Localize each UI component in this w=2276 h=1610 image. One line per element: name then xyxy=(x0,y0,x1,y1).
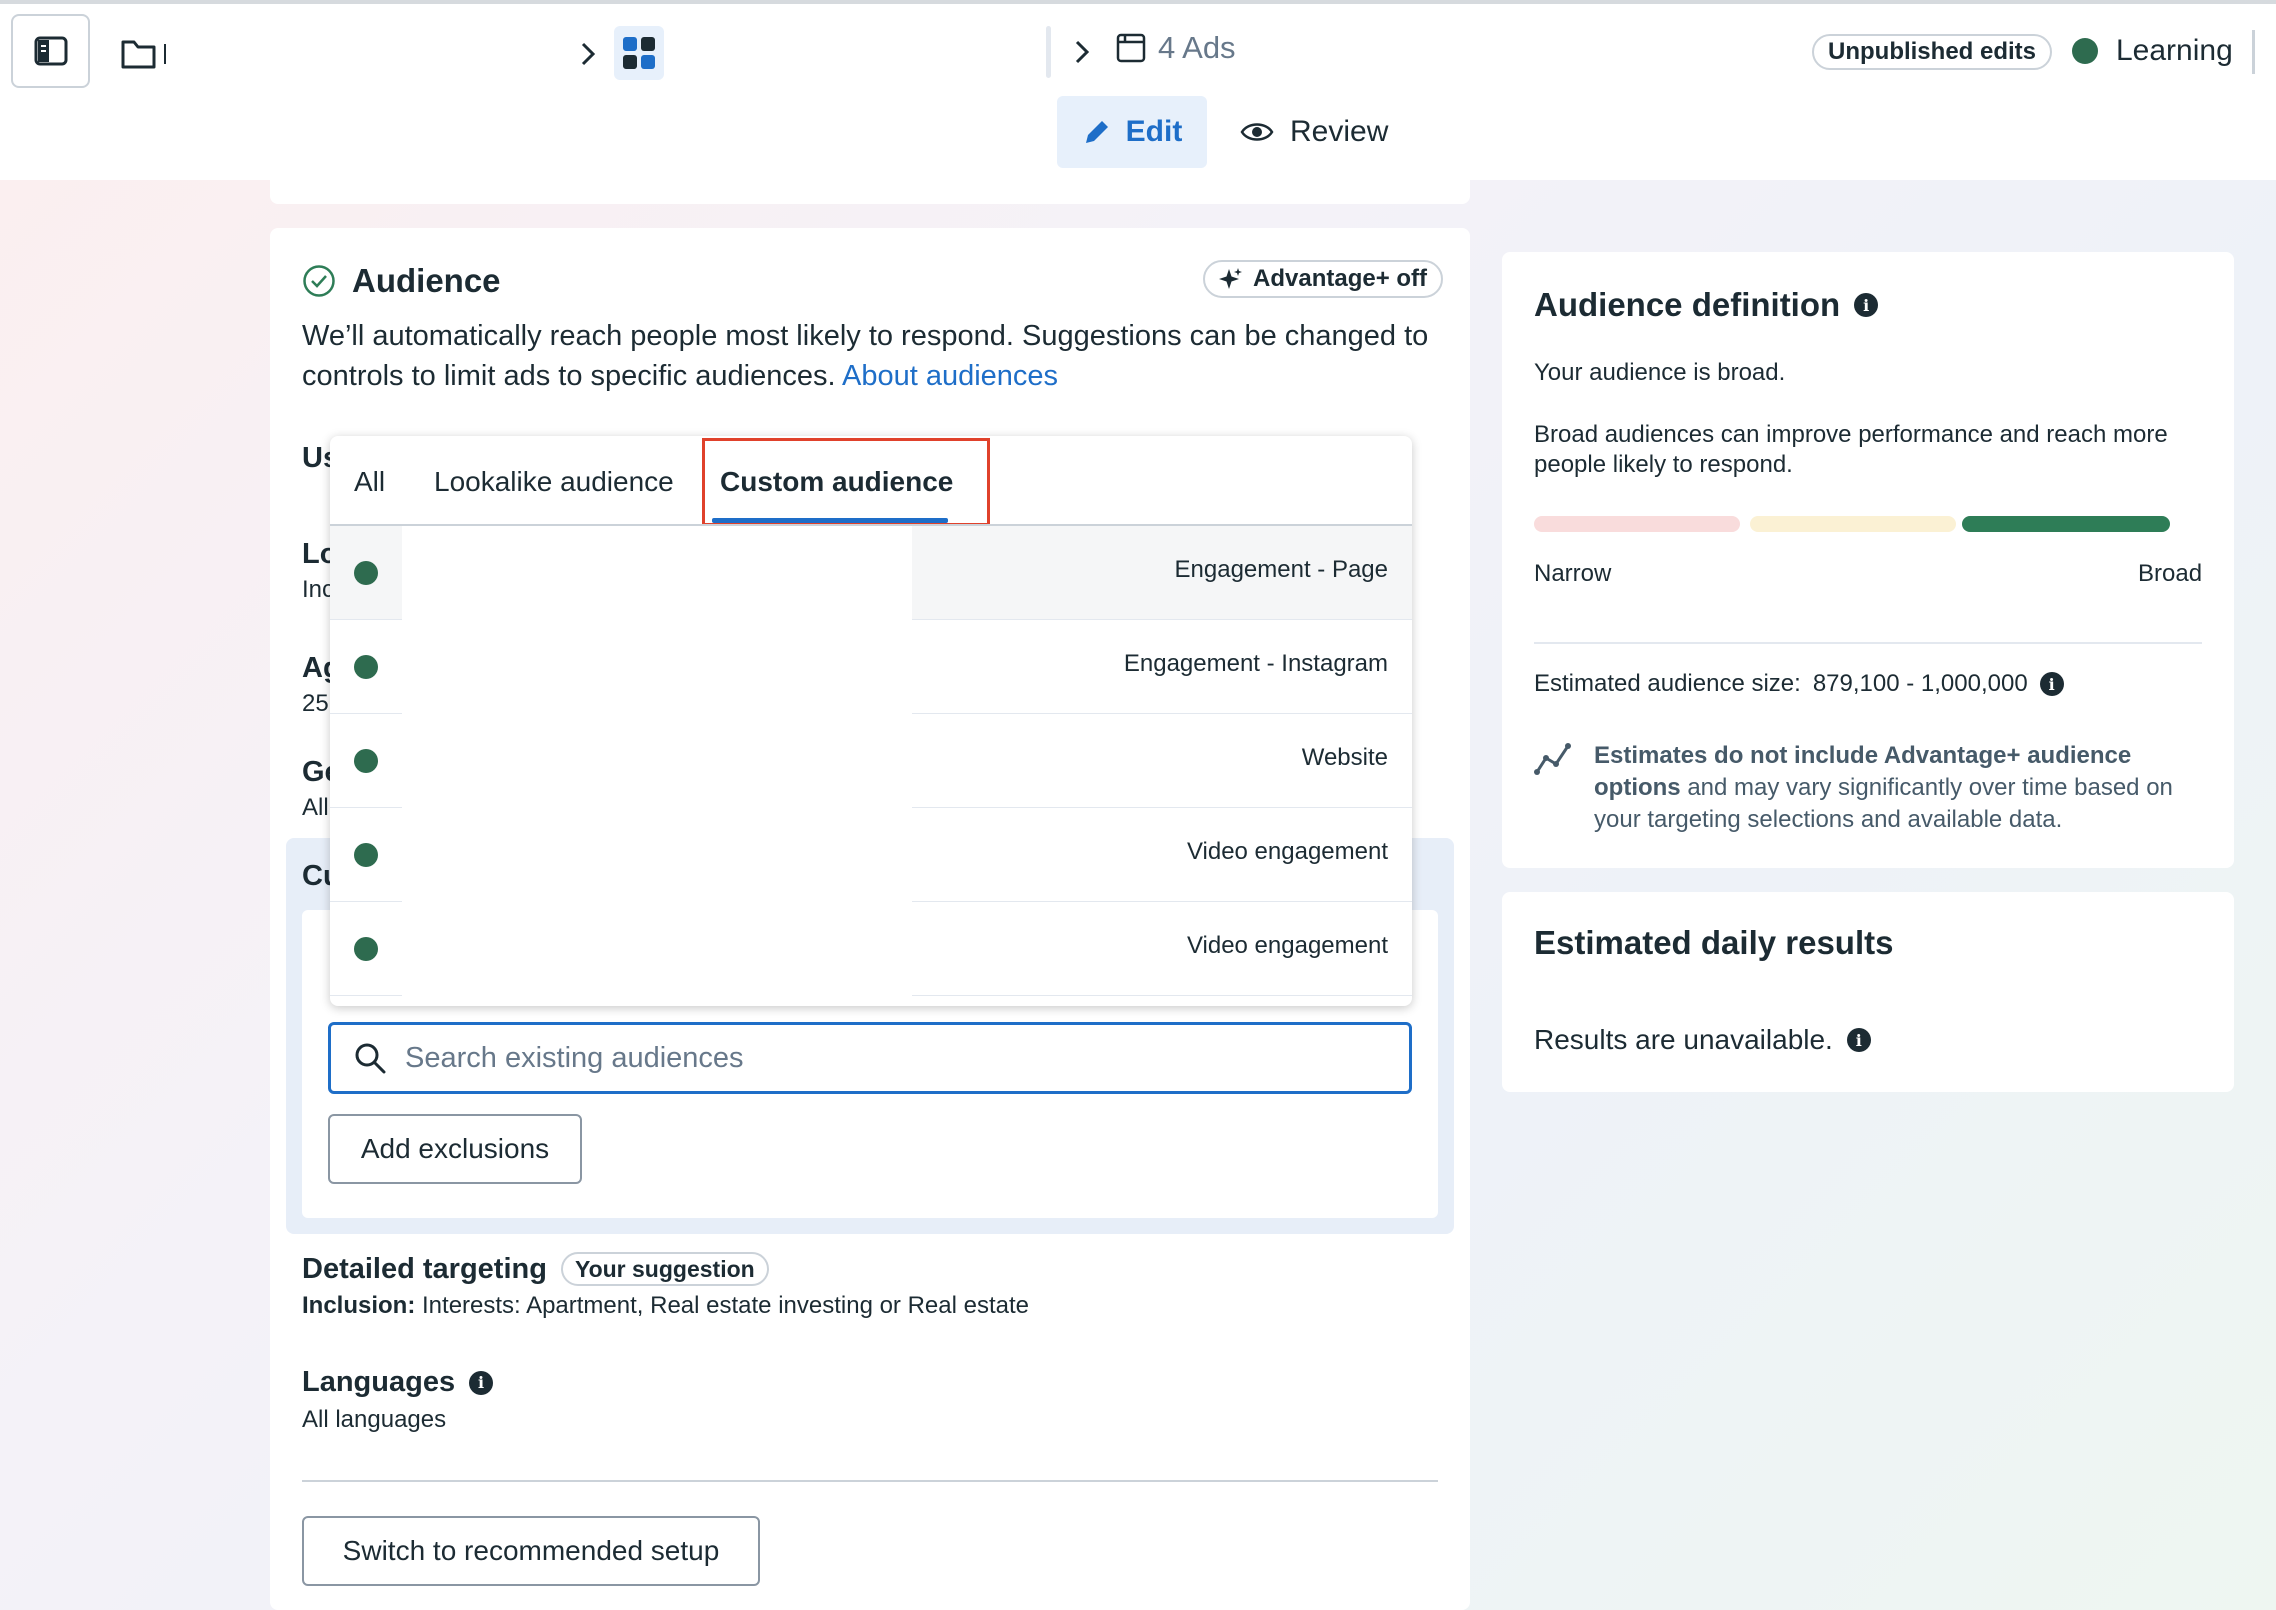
audience-broad-text: Your audience is broad. xyxy=(1534,359,1786,386)
breadcrumb-campaign[interactable] xyxy=(120,34,170,74)
sparkle-icon xyxy=(1219,268,1242,289)
advantage-plus-toggle[interactable]: Advantage+ off xyxy=(1203,260,1444,298)
audience-size-label: Estimated audience size: xyxy=(1534,670,1801,697)
redacted-audience-name xyxy=(402,620,912,714)
info-icon[interactable]: i xyxy=(2039,672,2064,696)
daily-results-title: Estimated daily results xyxy=(1534,924,1894,961)
status-dot-icon xyxy=(354,561,378,585)
switch-recommended-setup-button[interactable]: Switch to recommended setup xyxy=(302,1516,760,1586)
languages-header: Languages i xyxy=(302,1366,494,1399)
search-audiences-input[interactable] xyxy=(405,1041,1385,1075)
search-icon xyxy=(355,1043,386,1074)
meter-broad-label: Broad xyxy=(2138,560,2203,587)
audience-option-type: Video engagement xyxy=(1186,932,1388,959)
ad-icon xyxy=(1116,33,1146,63)
top-bar: 4 Ads Unpublished edits Learning Edit Re… xyxy=(0,0,2276,180)
trend-chart-icon xyxy=(1534,743,1571,775)
audience-option-type: Video engagement xyxy=(1186,838,1388,865)
gender-value: All xyxy=(302,794,329,821)
sidebar-toggle-button[interactable] xyxy=(11,14,90,88)
your-suggestion-badge: Your suggestion xyxy=(560,1252,769,1286)
estimated-daily-results-card xyxy=(1502,892,2234,1092)
status-label: Learning xyxy=(2116,34,2233,67)
status-dot-icon xyxy=(354,749,378,773)
pencil-icon xyxy=(1085,121,1108,143)
audience-broad-detail: Broad audiences can improve performance … xyxy=(1534,421,2168,478)
audience-option-type: Engagement - Instagram xyxy=(1123,650,1388,677)
info-icon[interactable]: i xyxy=(1854,293,1879,317)
top-right-divider xyxy=(2252,30,2255,74)
tab-all[interactable]: All xyxy=(354,466,385,498)
daily-results-text: Results are unavailable. xyxy=(1534,1024,1833,1055)
audience-meter-broad-segment xyxy=(1962,516,2170,532)
add-exclusions-button[interactable]: Add exclusions xyxy=(328,1114,582,1184)
sidebar-toggle-icon xyxy=(34,36,67,66)
breadcrumb-divider xyxy=(1046,26,1051,78)
unpublished-edits-badge: Unpublished edits xyxy=(1812,34,2053,70)
languages-value: All languages xyxy=(302,1406,447,1433)
breadcrumb-ads-label: 4 Ads xyxy=(1158,30,1236,65)
review-mode-button[interactable]: Review xyxy=(1240,96,1388,168)
age-value: 25 xyxy=(302,690,329,717)
audience-option[interactable]: Video engagement xyxy=(330,808,1412,902)
chevron-right-icon xyxy=(1075,40,1090,64)
status-dot-icon xyxy=(354,655,378,679)
audience-meter-narrow-segment xyxy=(1534,516,1740,532)
disclaimer-rest: and may vary significantly over time bas… xyxy=(1594,774,2173,833)
check-circle-icon xyxy=(303,265,335,297)
search-audiences-field[interactable] xyxy=(328,1022,1412,1094)
audience-header: Audience xyxy=(302,262,501,300)
detailed-targeting-inclusion: Inclusion: Interests: Apartment, Real es… xyxy=(302,1292,1029,1320)
redacted-audience-name xyxy=(402,902,912,996)
info-icon[interactable]: i xyxy=(469,1370,494,1395)
breadcrumb-ads[interactable]: 4 Ads xyxy=(1116,30,1236,66)
chevron-right-icon xyxy=(581,42,596,66)
definition-divider xyxy=(1534,642,2202,644)
highlight-annotation-box xyxy=(702,438,990,526)
audience-title: Audience xyxy=(352,262,501,299)
inclusion-label: Inclusion: xyxy=(302,1292,416,1319)
audience-option[interactable]: Video engagement xyxy=(330,902,1412,996)
detailed-targeting-title: Detailed targeting xyxy=(302,1252,547,1285)
meter-narrow-label: Narrow xyxy=(1534,560,1612,587)
delivery-status: Learning xyxy=(2072,34,2233,68)
status-dot-icon xyxy=(354,843,378,867)
section-divider xyxy=(302,1480,1438,1482)
previous-section-card xyxy=(270,180,1470,204)
advantage-plus-label: Advantage+ off xyxy=(1253,265,1428,292)
languages-title: Languages xyxy=(302,1366,456,1398)
status-dot-icon xyxy=(354,937,378,961)
audience-option[interactable]: Website xyxy=(330,714,1412,808)
info-icon[interactable]: i xyxy=(1846,1028,1871,1052)
estimated-audience-size: Estimated audience size: 879,100 - 1,000… xyxy=(1534,670,2064,698)
tab-lookalike-audience[interactable]: Lookalike audience xyxy=(434,466,674,498)
detailed-targeting-header: Detailed targeting Your suggestion xyxy=(302,1252,769,1286)
audience-description: We’ll automatically reach people most li… xyxy=(302,316,1452,396)
audience-meter-specific-segment xyxy=(1750,516,1956,532)
inclusion-value: Interests: Apartment, Real estate invest… xyxy=(422,1292,1029,1319)
redacted-audience-name xyxy=(402,714,912,808)
status-dot-icon xyxy=(2072,38,2098,64)
audience-definition-title: Audience definition xyxy=(1534,286,1841,323)
eye-icon xyxy=(1240,123,1274,141)
daily-results-status: Results are unavailable. i xyxy=(1534,1024,1871,1056)
audience-option-type: Website xyxy=(1301,744,1388,771)
audience-option[interactable]: Engagement - Page xyxy=(330,526,1412,620)
estimate-disclaimer: Estimates do not include Advantage+ audi… xyxy=(1534,740,2202,836)
about-audiences-link[interactable]: About audiences xyxy=(842,360,1058,392)
audience-definition-header: Audience definition i xyxy=(1534,286,1879,324)
audience-size-value: 879,100 - 1,000,000 xyxy=(1812,670,2028,697)
redacted-audience-name xyxy=(402,526,912,620)
audience-option[interactable]: Engagement - Instagram xyxy=(330,620,1412,714)
redacted-audience-name xyxy=(402,808,912,902)
folder-icon xyxy=(121,40,166,69)
estimate-disclaimer-text: Estimates do not include Advantage+ audi… xyxy=(1594,740,2202,836)
breadcrumb-ad-set[interactable] xyxy=(614,26,664,80)
edit-label: Edit xyxy=(1125,115,1183,148)
ad-set-grid-icon xyxy=(623,37,655,69)
edit-mode-button[interactable]: Edit xyxy=(1057,96,1207,168)
review-label: Review xyxy=(1290,115,1389,148)
audience-option-type: Engagement - Page xyxy=(1174,556,1388,583)
